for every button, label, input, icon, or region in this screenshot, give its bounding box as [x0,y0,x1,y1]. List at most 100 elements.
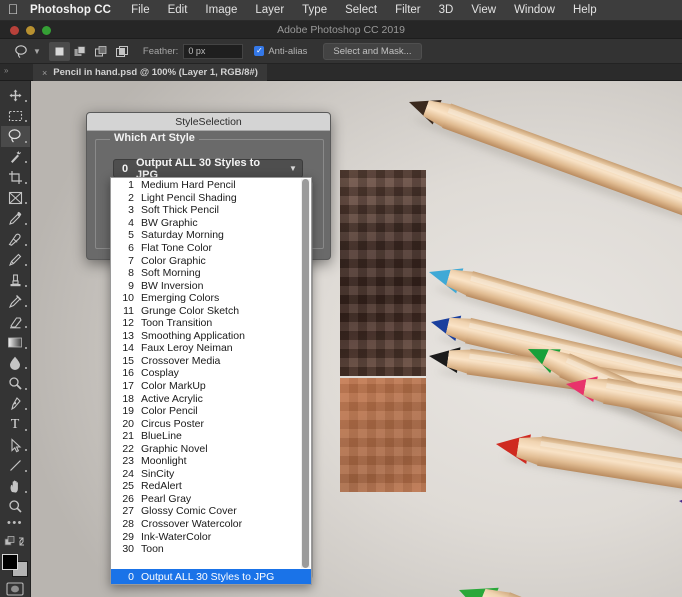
close-icon[interactable]: × [42,68,47,78]
path-selection-tool[interactable] [1,435,30,456]
option-item[interactable]: 6 Flat Tone Color [111,242,311,255]
option-item[interactable]: 19 Color Pencil [111,405,311,418]
option-item[interactable]: 20 Circus Poster [111,417,311,430]
menu-item-3d[interactable]: 3D [430,4,463,16]
option-item[interactable]: 26 Pearl Gray [111,493,311,506]
option-item[interactable]: 11 Grunge Color Sketch [111,304,311,317]
apple-logo-icon[interactable]:  [0,2,26,18]
select-and-mask-button[interactable]: Select and Mask... [323,42,422,60]
quick-mask-icon[interactable] [4,582,26,597]
crop-tool[interactable] [1,167,30,188]
eyedropper-tool[interactable] [1,208,30,229]
collapse-panels-icon[interactable]: » [4,66,8,75]
option-label: Circus Poster [141,417,205,430]
tool-more-dot [24,140,27,143]
menu-item-help[interactable]: Help [564,4,606,16]
rectangular-marquee-tool[interactable] [1,106,30,127]
pen-tool[interactable] [1,394,30,415]
foreground-background-color-swatch[interactable] [2,554,28,577]
line-tool[interactable] [1,455,30,476]
option-number: 8 [128,267,134,280]
option-item[interactable]: 3 Soft Thick Pencil [111,204,311,217]
brush-tool[interactable] [1,250,30,271]
art-style-option-list[interactable]: 1 Medium Hard Pencil 2 Light Pencil Shading… [110,177,312,585]
foreground-color-swatch[interactable] [2,554,18,571]
menu-item-image[interactable]: Image [196,4,246,16]
menu-item-layer[interactable]: Layer [246,4,293,16]
intersect-selection-icon[interactable] [112,42,133,61]
zoom-tool[interactable] [1,497,30,518]
menu-item-edit[interactable]: Edit [159,4,197,16]
option-number: 4 [128,216,134,229]
option-item[interactable]: 21 BlueLine [111,430,311,443]
anti-alias-checkbox[interactable]: ✓ Anti-alias [254,46,307,57]
option-item[interactable]: 13 Smoothing Application [111,330,311,343]
option-item[interactable]: 17 Color MarkUp [111,380,311,393]
gradient-tool[interactable] [1,332,30,353]
option-list-scroll-thumb[interactable] [302,179,309,568]
option-item[interactable]: 24 SinCity [111,468,311,481]
option-item[interactable]: 14 Faux Leroy Neiman [111,342,311,355]
chevron-down-icon[interactable]: ▼ [284,164,302,173]
menu-item-type[interactable]: Type [293,4,336,16]
edit-toolbar-icon[interactable]: ••• [7,517,23,531]
option-item[interactable]: 1 Medium Hard Pencil [111,179,311,192]
tool-preset-chevron-down-icon[interactable]: ▼ [33,47,41,56]
option-label: Active Acrylic [141,392,203,405]
option-item[interactable]: 4 BW Graphic [111,217,311,230]
history-brush-tool[interactable] [1,291,30,312]
option-item[interactable]: 7 Color Graphic [111,254,311,267]
option-item[interactable]: 16 Cosplay [111,367,311,380]
option-item[interactable]: 29 Ink-WaterColor [111,530,311,543]
option-number: 22 [122,442,134,455]
option-item[interactable]: 22 Graphic Novel [111,442,311,455]
option-item[interactable]: 23 Moonlight [111,455,311,468]
subtract-from-selection-icon[interactable] [91,42,112,61]
option-number: 20 [122,417,134,430]
option-label: Output ALL 30 Styles to JPG [141,570,275,583]
menu-item-select[interactable]: Select [336,4,386,16]
type-tool[interactable]: T [1,414,30,435]
add-to-selection-icon[interactable] [70,42,91,61]
option-item[interactable]: 15 Crossover Media [111,355,311,368]
feather-input[interactable] [183,43,244,59]
spot-healing-brush-tool[interactable] [1,229,30,250]
option-item[interactable]: 18 Active Acrylic [111,392,311,405]
option-item-highlighted[interactable]: 0 Output ALL 30 Styles to JPG [111,569,311,584]
option-label: Color Graphic [141,254,206,267]
quick-selection-tool[interactable] [1,147,30,168]
option-number: 15 [122,354,134,367]
option-item[interactable]: 12 Toon Transition [111,317,311,330]
eraser-tool[interactable] [1,311,30,332]
option-list-scrollbar[interactable] [301,179,310,568]
menu-app-name[interactable]: Photoshop CC [26,4,122,16]
option-item[interactable]: 28 Crossover Watercolor [111,518,311,531]
option-item[interactable]: 10 Emerging Colors [111,292,311,305]
option-item[interactable]: 30 Toon [111,543,311,556]
move-tool[interactable] [1,85,30,106]
menu-item-view[interactable]: View [462,4,505,16]
new-selection-icon[interactable] [48,41,70,61]
menu-item-window[interactable]: Window [505,4,564,16]
document-tab[interactable]: × Pencil in hand.psd @ 100% (Layer 1, RG… [33,64,267,81]
menu-item-file[interactable]: File [122,4,159,16]
option-item[interactable]: 2 Light Pencil Shading [111,192,311,205]
art-style-combobox[interactable]: 0 Output ALL 30 Styles to JPG ▼ [113,157,303,181]
default-colors-and-swap-icons[interactable] [1,531,30,552]
option-item[interactable]: 5 Saturday Morning [111,229,311,242]
option-item[interactable]: 27 Glossy Comic Cover [111,505,311,518]
option-item[interactable]: 9 BW Inversion [111,279,311,292]
blur-tool[interactable] [1,353,30,374]
anti-alias-label: Anti-alias [268,45,308,57]
lasso-tool-icon[interactable] [10,41,32,61]
dodge-tool[interactable] [1,373,30,394]
option-item[interactable]: 8 Soft Morning [111,267,311,280]
clone-stamp-tool[interactable] [1,270,30,291]
menu-item-filter[interactable]: Filter [386,4,430,16]
hand-tool[interactable] [1,476,30,497]
frame-tool[interactable] [1,188,30,209]
option-item[interactable]: 25 RedAlert [111,480,311,493]
lasso-tool[interactable] [0,126,30,147]
option-number: 10 [122,292,134,305]
combobox-selected-index: 0 [121,162,129,175]
